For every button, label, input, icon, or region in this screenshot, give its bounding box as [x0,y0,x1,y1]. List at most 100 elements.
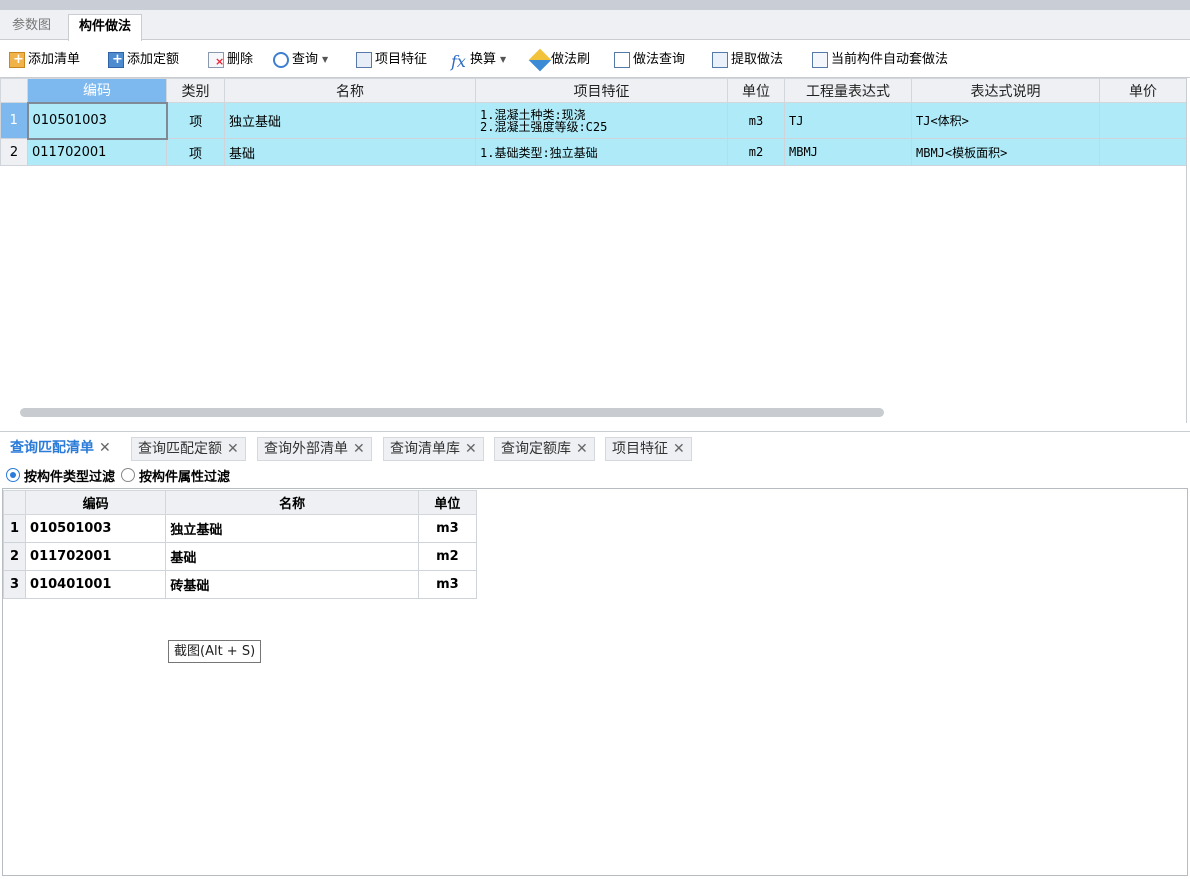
col-header-expression-desc[interactable]: 表达式说明 [911,78,1100,103]
close-icon[interactable]: ✕ [465,441,477,457]
table-row[interactable]: 3 010401001 砖基础 m3 [2,570,478,599]
horizontal-scrollbar[interactable] [20,408,884,417]
method-grid: 编码 类别 名称 项目特征 单位 工程量表达式 表达式说明 单价 1 01050… [0,77,1190,423]
method-query-button[interactable]: 做法查询 [614,50,685,70]
feature-line: 1.混凝土种类:现浇 [480,107,586,122]
row-number[interactable]: 3 [2,570,27,599]
query-button[interactable]: 查询 ▼ [273,50,328,70]
convert-label: 换算 [470,52,497,67]
col-header-feature[interactable]: 项目特征 [475,78,728,103]
filter-by-attr-radio[interactable] [121,468,136,482]
col-header-unit[interactable]: 单位 [417,490,478,515]
tab-query-match-quota[interactable]: 查询匹配定额 ✕ [131,437,246,461]
cell-code[interactable]: 011702001 [25,542,167,571]
convert-button[interactable]: fx 换算 ▼ [451,50,507,71]
brush-label: 做法刷 [551,52,591,67]
toolbar: 添加清单 添加定额 删除 查询▼ 项目特征 fx换算▼ 做法刷 做法查询 提取做… [0,44,1190,74]
cell-unit[interactable]: m3 [417,514,478,543]
cell-code[interactable]: 010501003 [26,101,168,140]
cell-expression[interactable]: TJ [784,102,912,139]
col-header-price[interactable]: 单价 [1099,78,1187,103]
feature-button[interactable]: 项目特征 [356,50,427,70]
filter-by-attr-label[interactable]: 按构件属性过滤 [139,466,230,485]
close-icon[interactable]: ✕ [353,441,365,457]
row-number[interactable]: 1 [2,514,27,543]
chevron-down-icon: ▼ [500,55,507,64]
extract-icon [712,52,728,68]
method-query-label: 做法查询 [633,52,686,67]
col-header-name[interactable]: 名称 [224,78,476,103]
row-number[interactable]: 2 [0,138,28,166]
tab-query-match-list[interactable]: 查询匹配清单 ✕ [4,437,117,461]
tab-label: 查询清单库 [390,441,460,457]
cell-unit[interactable]: m3 [417,570,478,599]
filter-by-type-radio[interactable] [6,468,20,482]
table-row[interactable]: 2 011702001 基础 m2 [2,542,478,571]
tab-label: 查询定额库 [501,441,571,457]
col-header-type[interactable]: 类别 [166,78,225,103]
filter-options: 按构件类型过滤 按构件属性过滤 [6,465,230,485]
method-brush-button[interactable]: 做法刷 [528,48,591,72]
tab-label: 查询匹配定额 [138,441,222,457]
cell-type[interactable]: 项 [166,102,225,139]
col-header-unit[interactable]: 单位 [727,78,785,103]
cell-unit[interactable]: m3 [727,102,785,139]
cell-code[interactable]: 010501003 [25,514,167,543]
grid-right-border [1186,77,1187,423]
add-quota-label: 添加定额 [127,52,180,67]
extract-method-button[interactable]: 提取做法 [712,50,783,70]
row-number-header [0,78,28,103]
window-top-strip [0,0,1190,10]
cell-expression-desc[interactable]: TJ<体积> [911,102,1100,139]
tab-label: 查询外部清单 [264,441,348,457]
cell-name[interactable]: 独立基础 [165,514,419,543]
col-header-code[interactable]: 编码 [27,78,167,103]
cell-feature[interactable]: 1.混凝土种类:现浇 2.混凝土强度等级:C25 [475,102,728,139]
bottom-tab-bar: 查询匹配清单 ✕ 查询匹配定额 ✕ 查询外部清单 ✕ 查询清单库 ✕ 查询定额库 ✕ 项目… [0,434,1190,462]
cell-expression-desc[interactable]: MBMJ<模板面积> [911,138,1100,166]
tab-query-external-list[interactable]: 查询外部清单 ✕ [257,437,372,461]
grid-header-row: 编码 类别 名称 项目特征 单位 工程量表达式 表达式说明 单价 [0,78,1187,103]
cell-unit[interactable]: m2 [727,138,785,166]
cell-name[interactable]: 独立基础 [224,102,476,139]
row-number[interactable]: 1 [0,102,28,139]
col-header-name[interactable]: 名称 [165,490,419,515]
cell-name[interactable]: 基础 [165,542,419,571]
tab-param-diagram[interactable]: 参数图 [2,14,61,40]
feature-icon [356,52,372,68]
add-list-button[interactable]: 添加清单 [9,50,80,70]
tab-query-quota-library[interactable]: 查询定额库 ✕ [494,437,595,461]
table-row[interactable]: 1 010501003 项 独立基础 1.混凝土种类:现浇 2.混凝土强度等级:C… [0,101,1187,140]
delete-button[interactable]: 删除 [208,50,253,70]
close-icon[interactable]: ✕ [227,441,239,457]
cell-feature[interactable]: 1.基础类型:独立基础 [475,138,728,166]
cell-price[interactable] [1099,102,1187,139]
tab-project-feature[interactable]: 项目特征 ✕ [605,437,692,461]
close-icon[interactable]: ✕ [576,441,588,457]
cell-expression[interactable]: MBMJ [784,138,912,166]
tab-label: 查询匹配清单 [10,440,94,456]
col-header-expression[interactable]: 工程量表达式 [784,78,912,103]
document-search-icon [614,52,630,68]
close-icon[interactable]: ✕ [673,441,685,457]
add-quota-button[interactable]: 添加定额 [108,50,179,70]
table-row[interactable]: 2 011702001 项 基础 1.基础类型:独立基础 m2 MBMJ MBM… [0,138,1187,166]
cell-type[interactable]: 项 [166,138,225,166]
tab-component-method[interactable]: 构件做法 [68,14,143,41]
auto-apply-button[interactable]: 当前构件自动套做法 [812,50,948,70]
cell-code[interactable]: 010401001 [25,570,167,599]
close-icon[interactable]: ✕ [99,440,111,456]
cell-code[interactable]: 011702001 [27,138,167,166]
filter-by-type-label[interactable]: 按构件类型过滤 [24,466,115,485]
row-number[interactable]: 2 [2,542,27,571]
table-row[interactable]: 1 010501003 独立基础 m3 [2,514,478,543]
tab-query-list-library[interactable]: 查询清单库 ✕ [383,437,484,461]
add-list-label: 添加清单 [28,52,81,67]
cell-price[interactable] [1099,138,1187,166]
cell-unit[interactable]: m2 [417,542,478,571]
auto-apply-label: 当前构件自动套做法 [831,52,949,67]
cell-name[interactable]: 基础 [224,138,476,166]
col-header-code[interactable]: 编码 [25,490,167,515]
screenshot-tooltip: 截图(Alt + S) [168,640,262,663]
cell-name[interactable]: 砖基础 [165,570,419,599]
